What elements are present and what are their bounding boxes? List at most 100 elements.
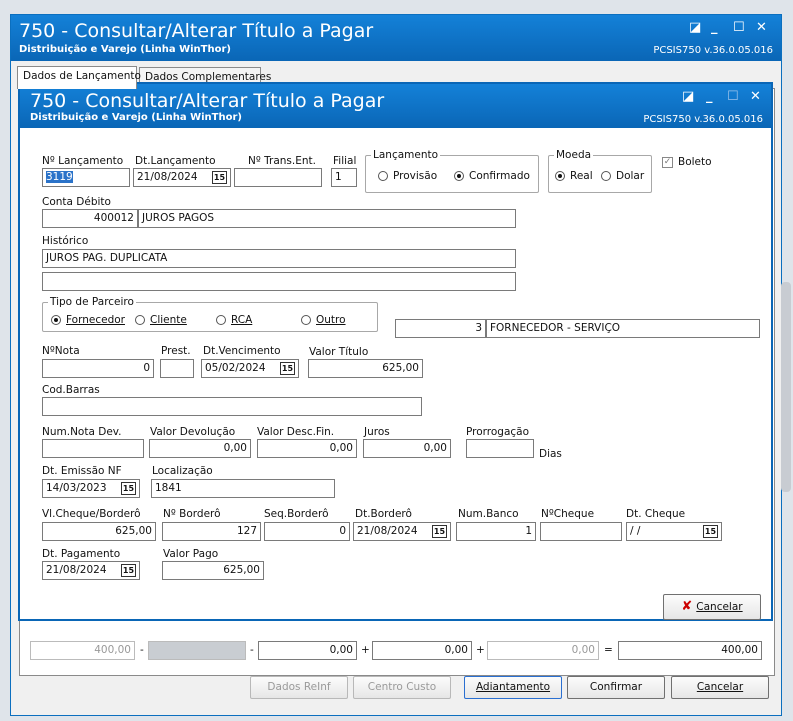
behind-op-2: - [250, 644, 254, 656]
tipo-parceiro-title: Tipo de Parceiro [48, 296, 136, 308]
inner-title-bar: 750 - Consultar/Alterar Título a Pagar D… [20, 84, 771, 128]
behind-value-1: 400,00 [30, 641, 135, 660]
prest-label: Prest. [161, 345, 191, 357]
cancelar-button[interactable]: Cancelar [671, 676, 769, 699]
radio-icon [51, 315, 61, 325]
cod-barras-input[interactable] [42, 397, 422, 416]
juros-input[interactable]: 0,00 [363, 439, 451, 458]
num-cheque-label: NºCheque [541, 508, 595, 520]
inner-title: 750 - Consultar/Alterar Título a Pagar [30, 90, 385, 112]
radio-icon [216, 315, 226, 325]
behind-value-4: 0,00 [372, 641, 472, 660]
dados-reinf-button[interactable]: Dados ReInf [250, 676, 348, 699]
calendar-icon[interactable]: 15 [212, 171, 227, 184]
restore-icon[interactable]: ◪ [689, 21, 701, 35]
parceiro-desc-input[interactable]: FORNECEDOR - SERVIÇO [486, 319, 760, 338]
radio-confirmado[interactable]: Confirmado [454, 170, 530, 182]
scrollbar[interactable] [781, 282, 791, 492]
adiantamento-button[interactable]: Adiantamento [464, 676, 562, 699]
num-trans-input[interactable] [234, 168, 322, 187]
dialog-window: 750 - Consultar/Alterar Título a Pagar D… [18, 82, 773, 621]
valor-desc-fin-label: Valor Desc.Fin. [257, 426, 335, 438]
filial-label: Filial [333, 155, 357, 167]
cancel-x-icon: ✘ [681, 599, 693, 614]
conta-debito-desc-input[interactable]: JUROS PAGOS [138, 209, 516, 228]
behind-value-3: 0,00 [258, 641, 357, 660]
maximize-icon[interactable]: ☐ [733, 21, 745, 35]
radio-real-label: Real [570, 170, 593, 182]
conta-debito-code-input[interactable]: 400012 [42, 209, 138, 228]
filial-input[interactable]: 1 [331, 168, 357, 187]
radio-cliente[interactable]: Cliente [135, 314, 187, 326]
radio-outro-label: Outro [316, 314, 346, 326]
valor-titulo-input[interactable]: 625,00 [308, 359, 423, 378]
minimize-icon[interactable]: _ [706, 90, 713, 104]
localizacao-input[interactable]: 1841 [151, 479, 335, 498]
radio-provisao-label: Provisão [393, 170, 438, 182]
radio-fornecedor[interactable]: Fornecedor [51, 314, 125, 326]
behind-value-2 [148, 641, 246, 660]
radio-rca[interactable]: RCA [216, 314, 252, 326]
num-nota-input[interactable]: 0 [42, 359, 154, 378]
calendar-icon[interactable]: 15 [432, 525, 447, 538]
radio-outro[interactable]: Outro [301, 314, 346, 326]
calendar-icon[interactable]: 15 [121, 564, 136, 577]
dt-cheque-label: Dt. Cheque [626, 508, 686, 520]
num-banco-input[interactable]: 1 [456, 522, 536, 541]
num-lancamento-value: 3119 [46, 171, 73, 183]
cancelar-label: Cancelar [696, 681, 744, 693]
historico-line1-input[interactable]: JUROS PAG. DUPLICATA [42, 249, 516, 268]
num-lancamento-input[interactable]: 3119 [42, 168, 130, 187]
behind-op-3: + [361, 644, 370, 656]
num-trans-label: Nº Trans.Ent. [248, 155, 316, 167]
prorrogacao-input[interactable] [466, 439, 534, 458]
radio-dolar[interactable]: Dolar [601, 170, 644, 182]
behind-op-4: + [476, 644, 485, 656]
behind-value-5: 0,00 [487, 641, 599, 660]
dt-pagamento-label: Dt. Pagamento [42, 548, 121, 560]
radio-confirmado-label: Confirmado [469, 170, 530, 182]
valor-devolucao-label: Valor Devolução [150, 426, 236, 438]
radio-real[interactable]: Real [555, 170, 593, 182]
dialog-cancel-button[interactable]: ✘ Cancelar [663, 594, 761, 620]
num-cheque-input[interactable] [540, 522, 622, 541]
prorrogacao-unit: Dias [539, 448, 562, 460]
radio-rca-label: RCA [231, 314, 253, 326]
close-icon[interactable]: ✕ [750, 90, 761, 104]
minimize-icon[interactable]: _ [711, 21, 718, 35]
parceiro-code-input[interactable]: 3 [395, 319, 486, 338]
confirmar-label: Confirmar [589, 681, 643, 693]
close-icon[interactable]: ✕ [756, 21, 767, 35]
radio-dolar-label: Dolar [616, 170, 645, 182]
centro-custo-button[interactable]: Centro Custo [353, 676, 451, 699]
calendar-icon[interactable]: 15 [703, 525, 718, 538]
valor-devolucao-input[interactable]: 0,00 [149, 439, 251, 458]
dt-vencimento-label: Dt.Vencimento [203, 345, 281, 357]
valor-pago-input[interactable]: 625,00 [162, 561, 264, 580]
confirmar-button[interactable]: Confirmar [567, 676, 665, 699]
maximize-icon[interactable]: ☐ [727, 90, 739, 104]
lancamento-group-title: Lançamento [371, 149, 441, 161]
calendar-icon[interactable]: 15 [280, 362, 295, 375]
prest-input[interactable] [160, 359, 194, 378]
seq-bordero-label: Seq.Borderô [264, 508, 329, 520]
tab-dados-lancamento[interactable]: Dados de Lançamento [17, 66, 141, 89]
outer-title: 750 - Consultar/Alterar Título a Pagar [19, 20, 374, 42]
num-nota-dev-input[interactable] [42, 439, 144, 458]
seq-bordero-input[interactable]: 0 [264, 522, 350, 541]
behind-value-6: 400,00 [618, 641, 762, 660]
dt-bordero-label: Dt.Borderô [355, 508, 412, 520]
restore-icon[interactable]: ◪ [682, 90, 694, 104]
num-bordero-input[interactable]: 127 [162, 522, 261, 541]
calendar-icon[interactable]: 15 [121, 482, 136, 495]
boleto-checkbox[interactable]: ✓ Boleto [662, 156, 712, 168]
outer-version: PCSIS750 v.36.0.05.016 [653, 45, 773, 56]
inner-version: PCSIS750 v.36.0.05.016 [643, 114, 763, 125]
vl-cheque-input[interactable]: 625,00 [42, 522, 156, 541]
num-lancamento-label: Nº Lançamento [42, 155, 124, 167]
radio-provisao[interactable]: Provisão [378, 170, 437, 182]
historico-line2-input[interactable] [42, 272, 516, 291]
juros-label: Juros [364, 426, 390, 438]
valor-desc-fin-input[interactable]: 0,00 [257, 439, 357, 458]
historico-label: Histórico [42, 235, 89, 247]
